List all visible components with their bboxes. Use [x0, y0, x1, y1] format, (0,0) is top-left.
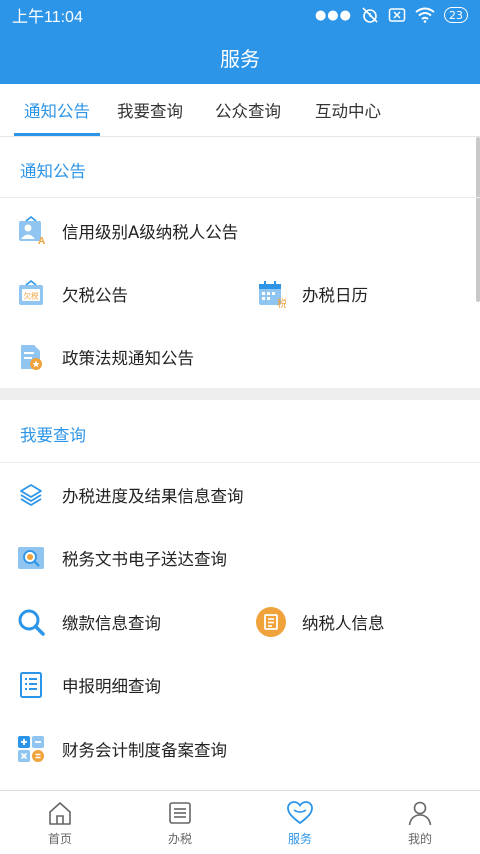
- status-time: 上午11:04: [12, 9, 83, 26]
- tab-my-query[interactable]: 我要查询: [112, 84, 188, 136]
- divider: [0, 197, 480, 198]
- battery-indicator: 23: [444, 7, 468, 23]
- credit-a-icon: A: [16, 216, 46, 246]
- tax-progress-query-item[interactable]: 办税进度及结果信息查询: [16, 475, 244, 515]
- tab-public-query[interactable]: 公众查询: [210, 84, 286, 136]
- item-label: 办税进度及结果信息查询: [62, 487, 244, 506]
- tax-arrears-icon: 欠税: [16, 279, 46, 309]
- calendar-icon-text: 税: [277, 297, 286, 309]
- tab-bar: 通知公告 我要查询 公众查询 互动中心: [0, 84, 480, 137]
- document-search-icon: [16, 543, 46, 573]
- tax-calendar-item[interactable]: 税 办税日历: [256, 274, 368, 314]
- heart-icon: [286, 799, 314, 827]
- nav-label: 服务: [287, 831, 312, 846]
- more-dots-icon: ●●●: [314, 7, 352, 23]
- tab-label: 公众查询: [215, 102, 281, 121]
- nav-tax-handling[interactable]: 办税: [120, 791, 240, 854]
- section-title-notice: 通知公告: [20, 162, 86, 181]
- item-label: 申报明细查询: [62, 677, 161, 696]
- nav-label: 我的: [407, 831, 432, 846]
- credit-a-taxpayer-item[interactable]: A 信用级别A级纳税人公告: [16, 211, 238, 251]
- nav-mine[interactable]: 我的: [360, 791, 480, 854]
- item-label: 财务会计制度备案查询: [62, 741, 227, 760]
- layers-icon: [16, 480, 46, 510]
- tab-interaction-center[interactable]: 互动中心: [310, 84, 386, 136]
- user-icon: [406, 799, 434, 827]
- nav-home[interactable]: 首页: [0, 791, 120, 854]
- item-label: 税务文书电子送达查询: [62, 550, 227, 569]
- alarm-off-icon: [362, 7, 378, 23]
- document-delivery-query-item[interactable]: 税务文书电子送达查询: [16, 538, 227, 578]
- accounting-system-filing-query-item[interactable]: 财务会计制度备案查询: [16, 729, 227, 769]
- bottom-navigation: 首页 办税 服务 我的: [0, 790, 480, 854]
- item-label: 纳税人信息: [302, 614, 385, 633]
- declaration-detail-query-item[interactable]: 申报明细查询: [16, 665, 161, 705]
- calculator-icon: [16, 734, 46, 764]
- item-label: 信用级别A级纳税人公告: [62, 223, 239, 242]
- item-label: 缴款信息查询: [62, 614, 161, 633]
- tax-arrears-notice-item[interactable]: 欠税 欠税公告: [16, 274, 128, 314]
- tab-label: 互动中心: [315, 102, 381, 121]
- wifi-icon: [415, 7, 435, 23]
- tax-arrears-icon-text: 欠税: [24, 291, 39, 301]
- nav-label: 办税: [167, 831, 192, 846]
- scrollbar[interactable]: [476, 137, 480, 302]
- tab-label: 我要查询: [117, 102, 183, 121]
- status-icons: ●●● 23: [315, 6, 468, 24]
- section-title-query: 我要查询: [20, 426, 86, 445]
- policy-notice-item[interactable]: 政策法规通知公告: [16, 337, 194, 377]
- nav-label: 首页: [47, 831, 72, 846]
- nav-service[interactable]: 服务: [240, 791, 360, 854]
- page-title: 服务: [0, 30, 480, 84]
- page-title-text: 服务: [220, 46, 260, 71]
- payment-info-query-item[interactable]: 缴款信息查询: [16, 602, 161, 642]
- taxpayer-info-item[interactable]: 纳税人信息: [256, 602, 385, 642]
- status-bar: 上午11:04 ●●● 23: [0, 0, 480, 30]
- item-label: 政策法规通知公告: [62, 349, 194, 368]
- no-sim-icon: [388, 8, 406, 22]
- tasks-icon: [166, 799, 194, 827]
- section-gap: [0, 388, 480, 400]
- policy-document-icon: [16, 342, 46, 372]
- list-icon: [16, 670, 46, 700]
- taxpayer-info-icon: [256, 607, 286, 637]
- item-label: 欠税公告: [62, 286, 128, 305]
- svg-text:A: A: [38, 236, 45, 246]
- item-label: 办税日历: [302, 286, 368, 305]
- tab-label: 通知公告: [24, 102, 90, 121]
- divider: [0, 462, 480, 463]
- search-icon: [16, 607, 46, 637]
- calendar-icon: 税: [256, 279, 286, 309]
- tab-notice[interactable]: 通知公告: [14, 84, 100, 136]
- home-icon: [46, 799, 74, 827]
